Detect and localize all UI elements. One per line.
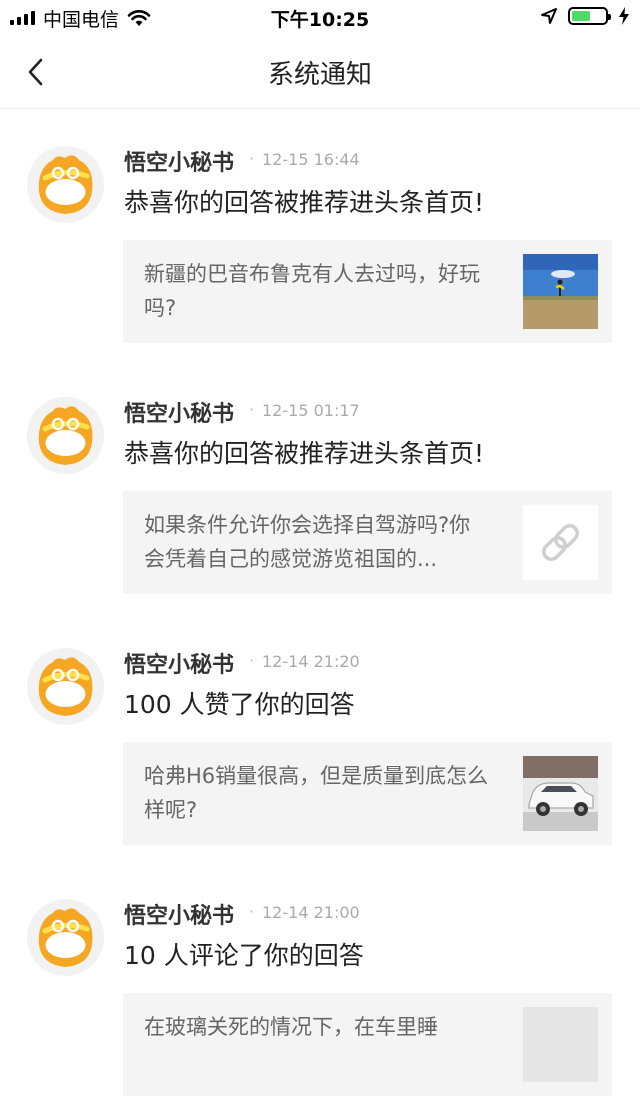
notification-message: 100 人赞了你的回答	[124, 690, 355, 719]
photo-grassland-thumbnail	[523, 254, 598, 329]
avatar[interactable]	[27, 648, 104, 725]
sender-name: 悟空小秘书	[124, 904, 235, 929]
notification-item[interactable]: 悟空小秘书 · 12-14 21:20 100 人赞了你的回答 哈弗H6销量很高…	[0, 611, 640, 862]
notification-item[interactable]: 悟空小秘书 · 12-14 21:00 10 人评论了你的回答 在玻璃关死的情况…	[0, 862, 640, 1113]
separator-dot: ·	[249, 651, 255, 670]
link-icon	[542, 524, 579, 561]
notification-list: 悟空小秘书 · 12-15 16:44 恭喜你的回答被推荐进头条首页! 新疆的巴…	[0, 109, 640, 1113]
photo-white-suv-thumbnail	[523, 756, 598, 831]
page-title: 系统通知	[267, 60, 372, 90]
battery-fill	[572, 11, 590, 21]
avatar[interactable]	[27, 397, 104, 474]
monkey-avatar-icon	[27, 146, 104, 223]
notification-message: 10 人评论了你的回答	[124, 941, 364, 970]
photo-thumbnail	[523, 1007, 598, 1082]
question-text: 新疆的巴音布鲁克有人去过吗，好玩吗?	[144, 262, 480, 320]
monkey-avatar-icon	[27, 899, 104, 976]
separator-dot: ·	[249, 149, 255, 168]
question-card[interactable]: 在玻璃关死的情况下，在车里睡	[123, 993, 612, 1096]
question-text: 如果条件允许你会选择自驾游吗?你会凭着自己的感觉游览祖国的...	[144, 513, 471, 571]
timestamp: 12-14 21:20	[262, 652, 360, 671]
question-text: 哈弗H6销量很高，但是质量到底怎么样呢?	[144, 764, 489, 822]
timestamp: 12-15 16:44	[262, 150, 360, 169]
link-thumbnail	[523, 505, 598, 580]
notification-item[interactable]: 悟空小秘书 · 12-15 16:44 恭喜你的回答被推荐进头条首页! 新疆的巴…	[0, 109, 640, 360]
battery-icon	[568, 7, 611, 25]
notification-item[interactable]: 悟空小秘书 · 12-15 01:17 恭喜你的回答被推荐进头条首页! 如果条件…	[0, 360, 640, 611]
avatar[interactable]	[27, 146, 104, 223]
question-text: 在玻璃关死的情况下，在车里睡	[144, 1015, 438, 1039]
sender-name: 悟空小秘书	[124, 402, 235, 427]
separator-dot: ·	[249, 902, 255, 921]
separator-dot: ·	[249, 400, 255, 419]
navigation-bar: 系统通知	[0, 36, 640, 109]
question-card[interactable]: 新疆的巴音布鲁克有人去过吗，好玩吗?	[123, 240, 612, 343]
notification-message: 恭喜你的回答被推荐进头条首页!	[124, 188, 485, 217]
monkey-avatar-icon	[27, 397, 104, 474]
status-bar: 中国电信 下午10:25	[0, 0, 640, 36]
timestamp: 12-14 21:00	[262, 903, 360, 922]
question-card[interactable]: 哈弗H6销量很高，但是质量到底怎么样呢?	[123, 742, 612, 845]
location-arrow-icon	[541, 8, 557, 24]
sender-name: 悟空小秘书	[124, 151, 235, 176]
question-card[interactable]: 如果条件允许你会选择自驾游吗?你会凭着自己的感觉游览祖国的...	[123, 491, 612, 594]
sender-name: 悟空小秘书	[124, 653, 235, 678]
notification-message: 恭喜你的回答被推荐进头条首页!	[124, 439, 485, 468]
monkey-avatar-icon	[27, 648, 104, 725]
status-right	[540, 7, 630, 25]
avatar[interactable]	[27, 899, 104, 976]
charging-bolt-icon	[619, 7, 629, 25]
timestamp: 12-15 01:17	[262, 401, 360, 420]
